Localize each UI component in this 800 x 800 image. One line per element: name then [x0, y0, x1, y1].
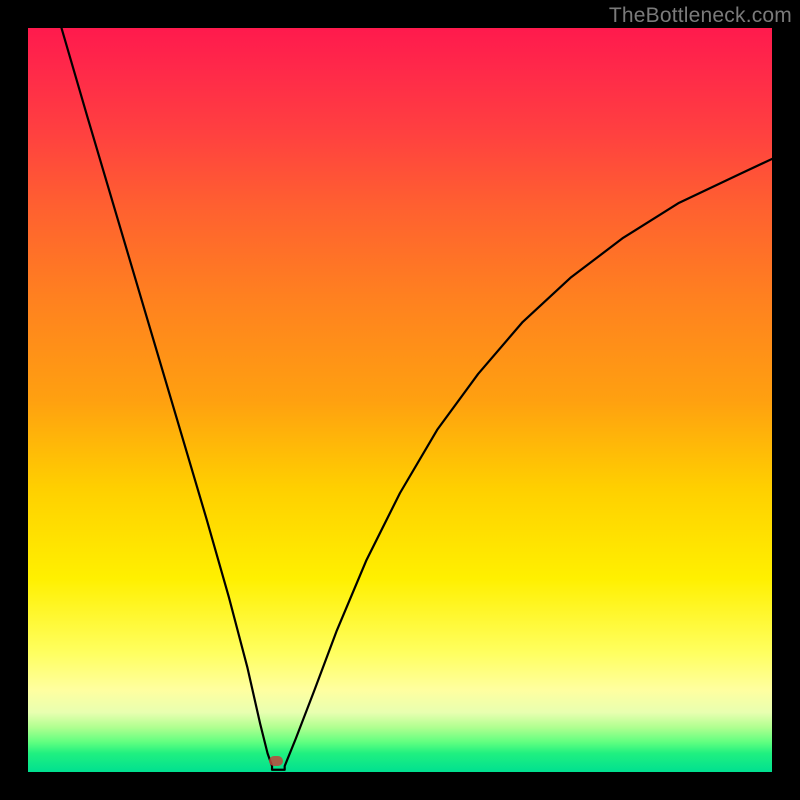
bottleneck-curve — [28, 28, 772, 772]
chart-frame: TheBottleneck.com — [0, 0, 800, 800]
watermark-text: TheBottleneck.com — [609, 4, 792, 28]
plot-area — [28, 28, 772, 772]
minimum-marker — [269, 756, 283, 766]
